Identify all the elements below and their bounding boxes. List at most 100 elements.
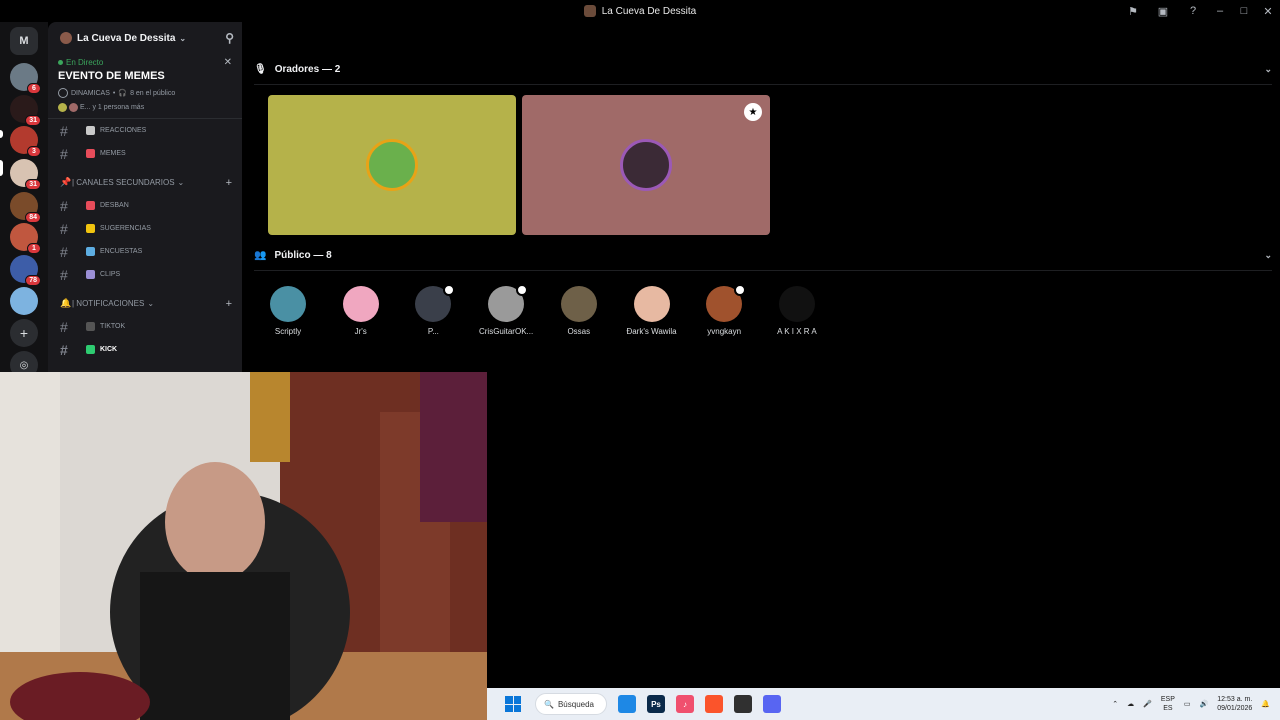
- audience-member[interactable]: Ðark's Wawila: [617, 286, 687, 336]
- channel-emoji-icon: [86, 345, 95, 354]
- mention-badge: 3: [27, 146, 41, 157]
- add-server-icon[interactable]: +: [10, 319, 38, 347]
- brave-icon[interactable]: [705, 695, 723, 713]
- chevron-down-icon[interactable]: ⌄: [1264, 250, 1272, 261]
- category-secondary[interactable]: 📌 | CANALES SECUNDARIOS ⌄ +: [48, 171, 242, 194]
- audience-member[interactable]: A K I X R A: [762, 286, 832, 336]
- lang-top: ESP: [1160, 696, 1175, 703]
- obs-icon[interactable]: [734, 695, 752, 713]
- audience-member[interactable]: yvngkayn: [689, 284, 759, 336]
- channel-item[interactable]: # DESBAN: [48, 194, 242, 217]
- server-icon: [583, 5, 596, 17]
- music-icon[interactable]: ♪: [676, 695, 694, 713]
- raised-hand-icon: [443, 284, 456, 296]
- avatar: [270, 286, 306, 322]
- microphone-icon[interactable]: 🎤: [1143, 700, 1152, 708]
- channel-item[interactable]: # REACCIONES: [48, 119, 242, 142]
- server-header[interactable]: La Cueva De Dessita ⌄ ⚲: [48, 22, 242, 54]
- direct-messages-button[interactable]: M: [10, 27, 38, 55]
- taskbar-search[interactable]: 🔍 Búsqueda: [535, 693, 607, 715]
- speaker-tile[interactable]: [268, 95, 516, 235]
- photoshop-icon[interactable]: Ps: [647, 695, 665, 713]
- chevron-down-icon[interactable]: ⌄: [1264, 64, 1272, 75]
- window-title: La Cueva De Dessita: [583, 5, 696, 17]
- avatar: [560, 286, 597, 322]
- chevron-up-icon[interactable]: ⌃: [1112, 700, 1118, 708]
- network-icon[interactable]: ▭: [1184, 700, 1191, 708]
- server-icon[interactable]: 31: [10, 159, 41, 190]
- add-channel-icon[interactable]: +: [226, 177, 232, 189]
- inbox-icon[interactable]: ▣: [1148, 0, 1178, 22]
- server-icon[interactable]: 84: [10, 192, 41, 223]
- category-notifications[interactable]: 🔔 | NOTIFICACIONES ⌄ +: [48, 292, 242, 315]
- channel-item[interactable]: # CLIPS: [48, 263, 242, 286]
- channel-name: KICK: [100, 346, 118, 353]
- channel-item[interactable]: # ENCUESTAS: [48, 240, 242, 263]
- close-button[interactable]: ✕: [1256, 0, 1280, 22]
- notification-bell-icon[interactable]: 🔔: [1261, 700, 1270, 708]
- add-channel-icon[interactable]: +: [226, 298, 232, 310]
- flag-icon[interactable]: ⚑: [1118, 0, 1148, 22]
- audience-member[interactable]: Ossas: [544, 286, 614, 336]
- audience-member[interactable]: Jr's: [326, 286, 396, 336]
- live-label: En Directo: [66, 58, 104, 67]
- chevron-down-icon: ⌄: [179, 33, 187, 43]
- server-icon[interactable]: 3: [10, 126, 41, 157]
- audience-member[interactable]: Scriptly: [253, 286, 323, 336]
- avatar: [706, 284, 747, 322]
- volume-icon[interactable]: 🔊: [1200, 700, 1209, 708]
- audience-header[interactable]: 👥 Público — 8 ⌄: [254, 250, 1272, 261]
- invite-icon[interactable]: ⚲: [225, 31, 234, 45]
- windows-taskbar: 🔍 Búsqueda Ps ♪ ⌃ ☁ 🎤 ESP ES ▭ 🔊 12:53 a.…: [487, 688, 1280, 720]
- mention-badge: 31: [25, 179, 41, 190]
- channel-name: MEMES: [100, 150, 126, 157]
- server-icon[interactable]: [10, 287, 38, 315]
- server-icon[interactable]: 31: [10, 95, 41, 126]
- server-icon[interactable]: 78: [10, 255, 41, 286]
- file-explorer-icon[interactable]: [618, 695, 636, 713]
- minimize-button[interactable]: –: [1208, 0, 1232, 22]
- help-icon[interactable]: ?: [1178, 0, 1208, 22]
- title-bar: La Cueva De Dessita ⚑ ▣ ? – □ ✕: [0, 0, 1280, 22]
- search-icon: 🔍: [544, 699, 554, 709]
- language-indicator[interactable]: ESP ES: [1161, 695, 1175, 713]
- bell-icon: 🔔: [60, 298, 72, 308]
- audience-name: CrisGuitarOK...: [478, 327, 534, 336]
- taskbar-apps: Ps ♪: [607, 695, 781, 713]
- speakers-label: Oradores — 2: [274, 64, 341, 75]
- live-indicator: En Directo: [58, 58, 232, 67]
- close-icon[interactable]: ✕: [224, 57, 232, 68]
- server-name: La Cueva De Dessita: [77, 32, 176, 44]
- webcam-image: [0, 372, 487, 720]
- clock[interactable]: 12:53 a. m. 09/01/2026: [1217, 695, 1252, 713]
- audience-name: Ðark's Wawila: [626, 327, 677, 336]
- start-square: [513, 696, 521, 704]
- audience-member[interactable]: P...: [398, 284, 468, 336]
- clock-date: 09/01/2026: [1217, 705, 1253, 712]
- channel-item[interactable]: # SUGERENCIAS: [48, 217, 242, 240]
- audience-member[interactable]: CrisGuitarOK...: [471, 284, 541, 336]
- discord-icon[interactable]: [763, 695, 781, 713]
- channel-item[interactable]: # MEMES: [48, 142, 242, 165]
- channel-name: DESBAN: [100, 202, 129, 209]
- speaker-avatar: [366, 139, 418, 191]
- speakers-header[interactable]: 🎙 Oradores — 2 ⌄: [254, 64, 1272, 75]
- speaker-tile[interactable]: ★: [522, 95, 770, 235]
- channel-emoji-icon: [86, 224, 95, 233]
- channel-item[interactable]: # TIKTOK: [48, 315, 242, 338]
- hash-icon: #: [60, 197, 68, 214]
- server-icon[interactable]: 1: [10, 223, 41, 254]
- avatar: [69, 103, 78, 112]
- channel-item[interactable]: # KICK: [48, 338, 242, 361]
- server-icon[interactable]: 6: [10, 63, 41, 94]
- maximize-button[interactable]: □: [1232, 0, 1256, 22]
- lang-bottom: ES: [1163, 705, 1173, 712]
- clock-time: 12:53 a. m.: [1217, 696, 1253, 703]
- raised-hand-icon: [516, 284, 529, 296]
- channel-list-secondary: # DESBAN # SUGERENCIAS # ENCUESTAS # CLIPS: [48, 194, 242, 286]
- start-button[interactable]: [505, 696, 521, 712]
- channel-name: REACCIONES: [100, 127, 147, 134]
- audience-name: A K I X R A: [777, 327, 817, 336]
- live-event-card[interactable]: En Directo EVENTO DE MEMES DINAMICAS • 🎧…: [48, 54, 242, 119]
- cloud-icon[interactable]: ☁: [1127, 700, 1134, 708]
